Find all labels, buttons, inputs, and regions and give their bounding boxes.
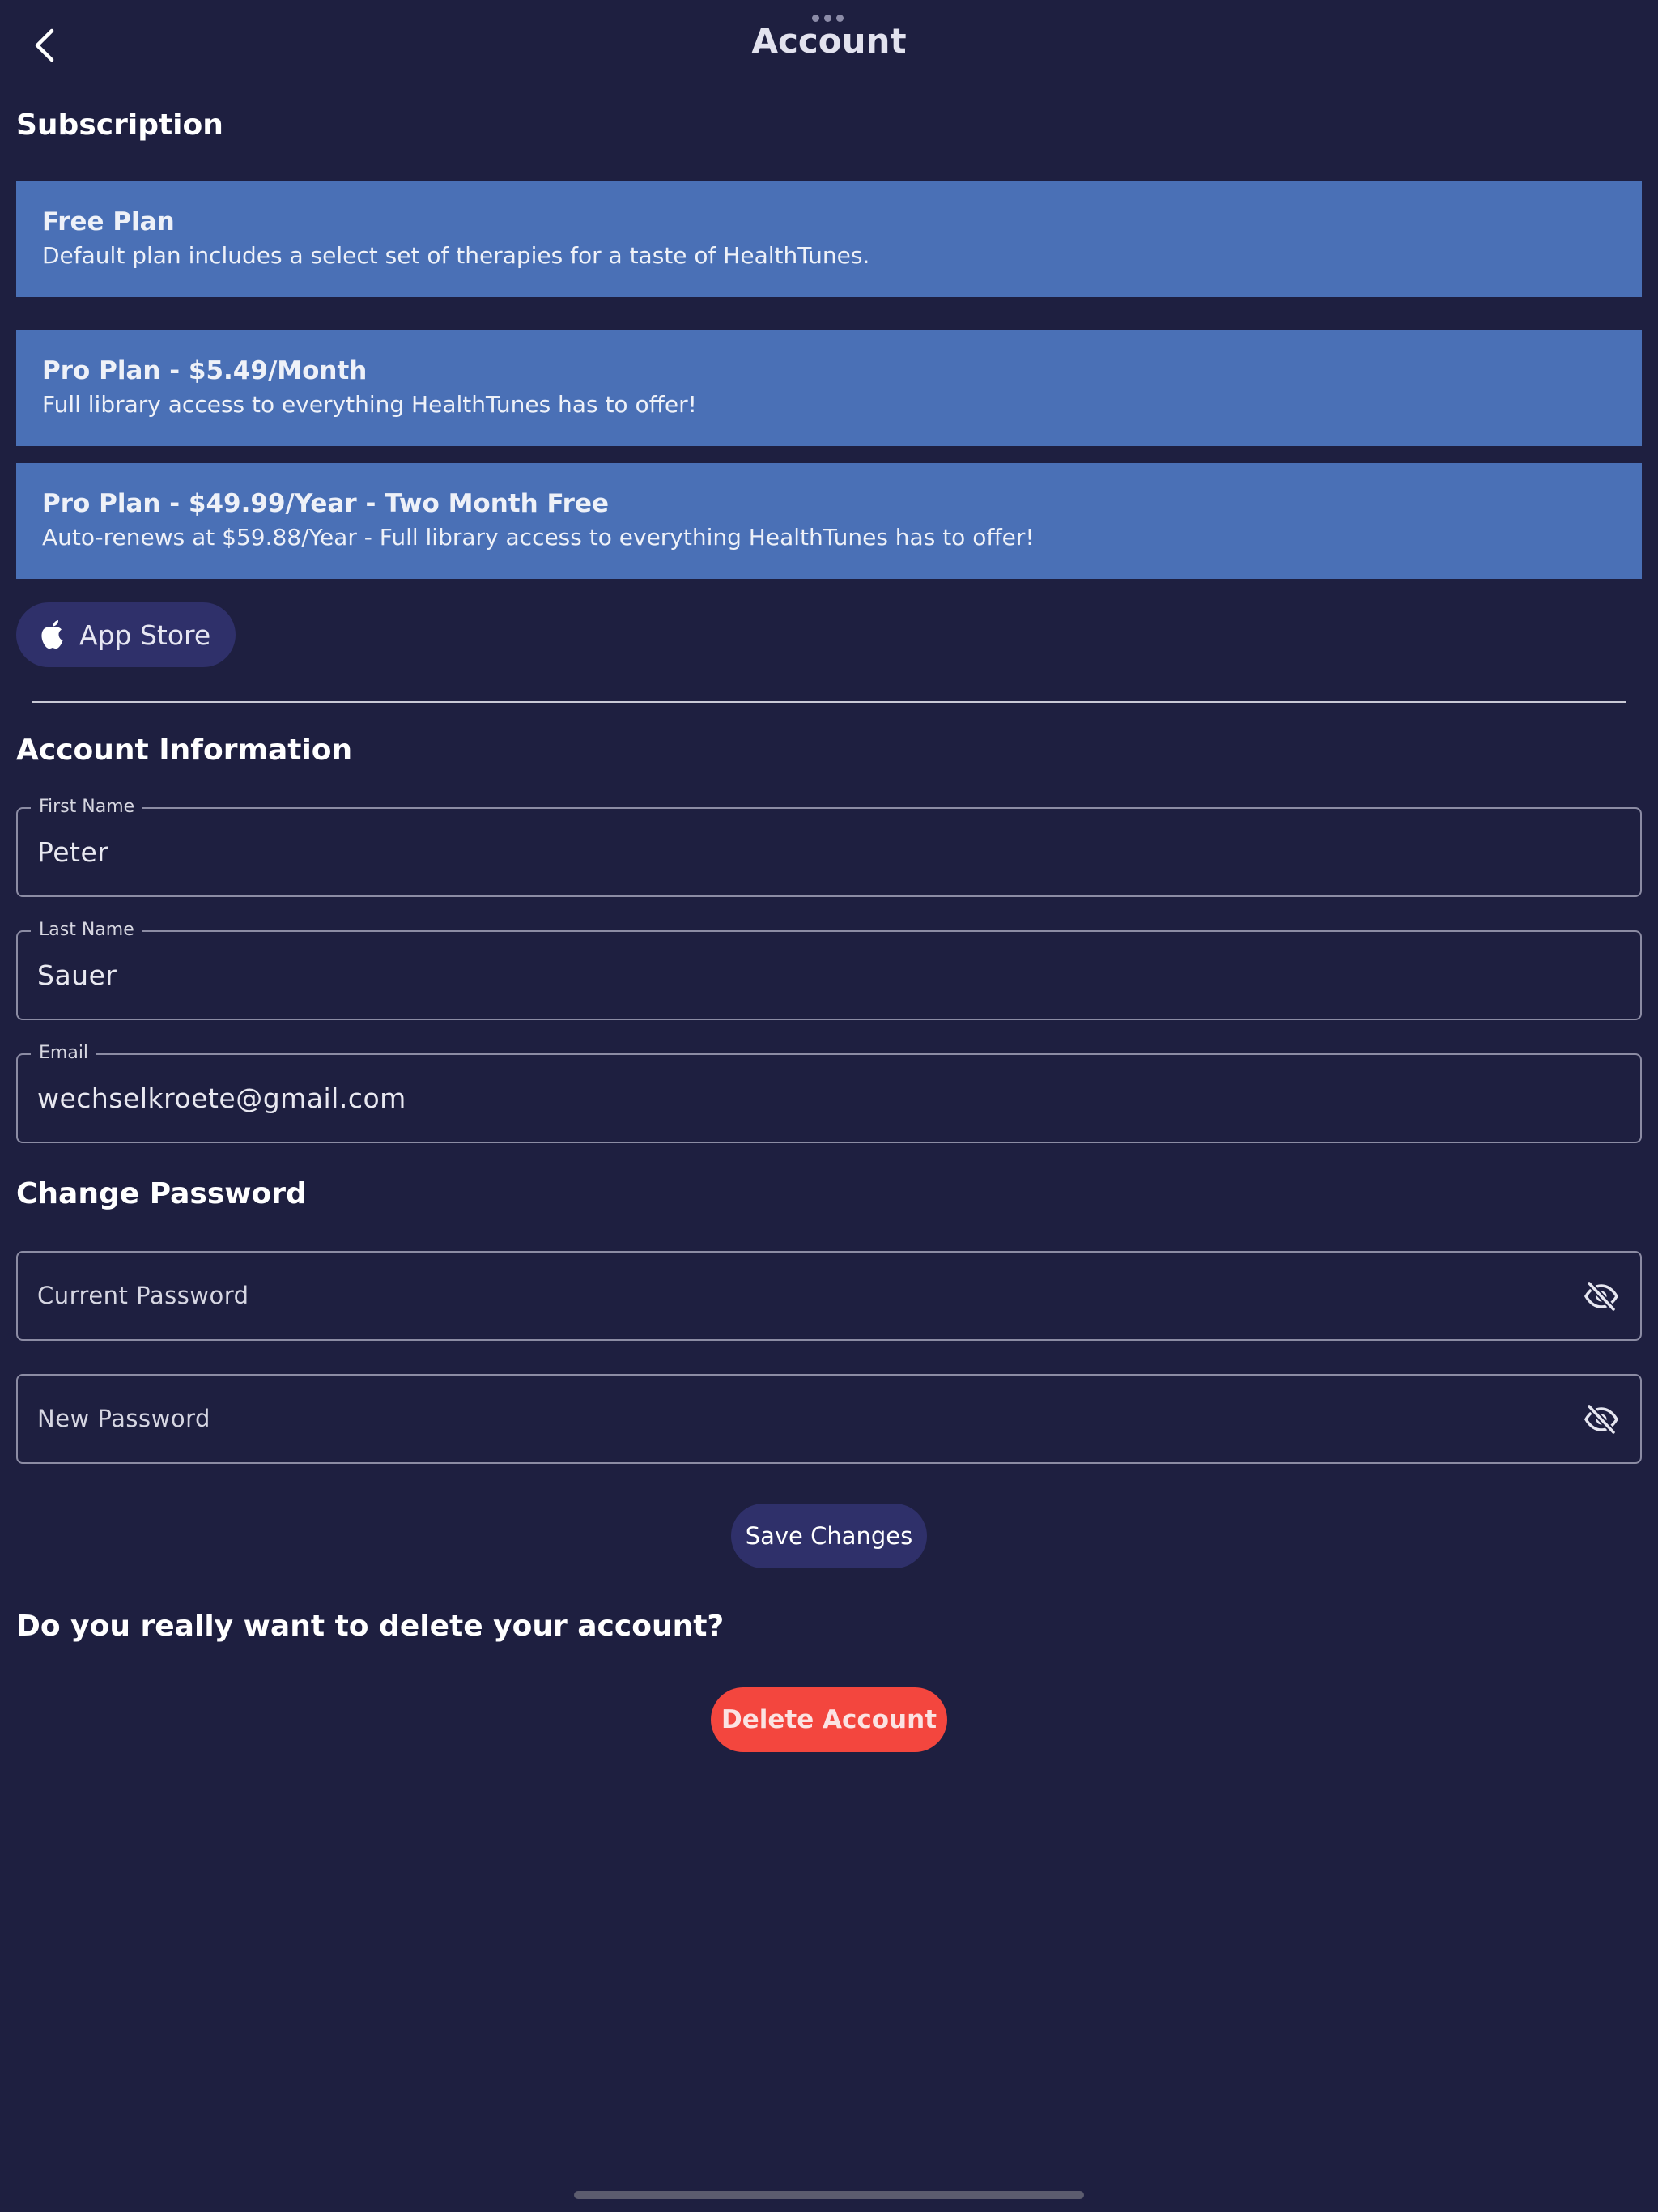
account-information-heading: Account Information — [16, 734, 353, 767]
app-store-button[interactable]: App Store — [16, 602, 236, 667]
plan-description: Auto-renews at $59.88/Year - Full librar… — [42, 524, 1035, 551]
section-divider — [32, 701, 1626, 703]
current-password-placeholder[interactable]: Current Password — [37, 1253, 249, 1339]
plan-description: Default plan includes a select set of th… — [42, 242, 870, 269]
plan-name: Pro Plan - $5.49/Month — [42, 356, 368, 385]
account-screen: Account Subscription Free Plan Default p… — [0, 0, 1658, 2212]
plan-name: Pro Plan - $49.99/Year - Two Month Free — [42, 489, 610, 518]
email-value[interactable]: wechselkroete@gmail.com — [37, 1055, 406, 1142]
change-password-heading: Change Password — [16, 1177, 307, 1210]
first-name-value[interactable]: Peter — [37, 809, 108, 895]
current-password-field[interactable]: Current Password — [16, 1251, 1642, 1341]
last-name-field[interactable]: Last Name Sauer — [16, 920, 1642, 1020]
app-store-label: App Store — [79, 619, 211, 651]
new-password-field[interactable]: New Password — [16, 1374, 1642, 1464]
delete-account-button[interactable]: Delete Account — [711, 1687, 947, 1752]
save-changes-button[interactable]: Save Changes — [731, 1504, 927, 1568]
new-password-placeholder[interactable]: New Password — [37, 1376, 210, 1462]
first-name-field[interactable]: First Name Peter — [16, 797, 1642, 897]
plan-card-pro-yearly[interactable]: Pro Plan - $49.99/Year - Two Month Free … — [16, 463, 1642, 579]
plan-description: Full library access to everything Health… — [42, 391, 697, 418]
plan-card-pro-monthly[interactable]: Pro Plan - $5.49/Month Full library acce… — [16, 330, 1642, 446]
eye-off-icon[interactable] — [1584, 1280, 1619, 1312]
subscription-heading: Subscription — [16, 108, 223, 142]
plan-card-free[interactable]: Free Plan Default plan includes a select… — [16, 181, 1642, 297]
last-name-value[interactable]: Sauer — [37, 932, 117, 1019]
page-title: Account — [751, 21, 907, 61]
plan-name: Free Plan — [42, 207, 175, 236]
home-indicator[interactable] — [574, 2191, 1084, 2199]
email-field[interactable]: Email wechselkroete@gmail.com — [16, 1043, 1642, 1143]
apple-icon — [41, 620, 63, 649]
eye-off-icon[interactable] — [1584, 1403, 1619, 1436]
delete-account-question: Do you really want to delete your accoun… — [16, 1610, 725, 1643]
